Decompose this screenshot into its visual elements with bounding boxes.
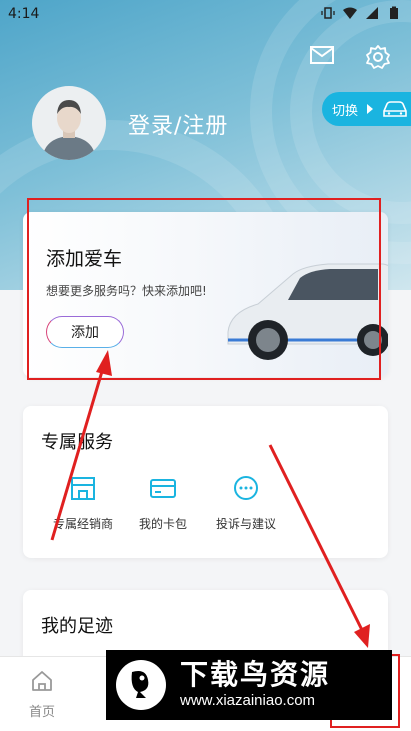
watermark-url: www.xiazainiao.com — [180, 692, 316, 709]
watermark-bird-logo — [116, 660, 166, 710]
watermark-banner: 下载鸟资源 www.xiazainiao.com — [106, 650, 392, 720]
annotation-arrows — [50, 350, 370, 648]
watermark-main-text: 下载鸟资源 — [180, 658, 331, 691]
